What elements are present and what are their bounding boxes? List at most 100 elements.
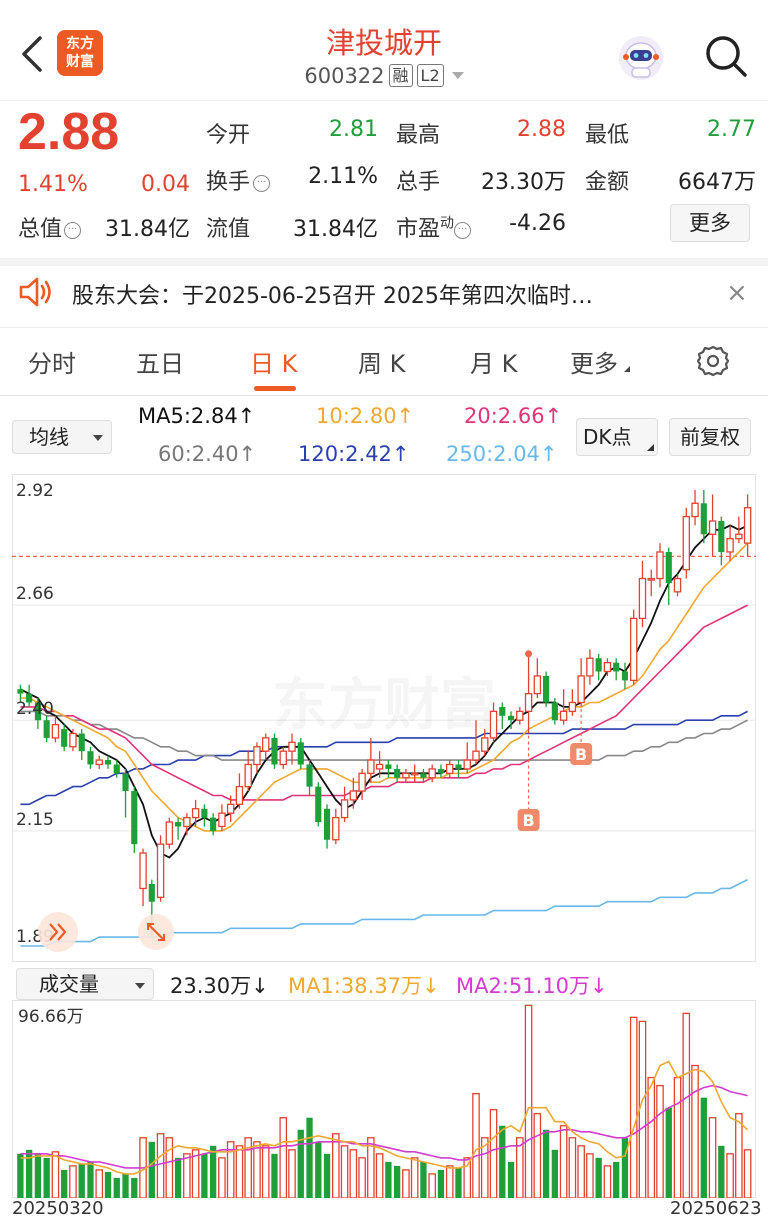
chevron-left-icon bbox=[22, 36, 42, 72]
volume-bar bbox=[455, 1167, 462, 1198]
tab-daily-k[interactable]: 日 K bbox=[250, 344, 297, 379]
mktcap-label-text: 总值 bbox=[18, 217, 63, 242]
volume-bar bbox=[61, 1169, 68, 1198]
volume-bar bbox=[95, 1169, 104, 1198]
volume-bar bbox=[647, 1076, 656, 1198]
candle bbox=[156, 835, 165, 902]
settings-button[interactable] bbox=[696, 344, 730, 378]
margin-tag: 融 bbox=[388, 64, 413, 87]
volume-chart[interactable]: 96.66万 bbox=[12, 1000, 756, 1198]
volume-bar bbox=[551, 1149, 559, 1198]
robot-assistant-button[interactable] bbox=[617, 34, 665, 82]
volume-bar bbox=[472, 1092, 480, 1198]
volume-bar bbox=[17, 1153, 24, 1198]
info-icon: ··· bbox=[64, 222, 82, 239]
tab-intraday[interactable]: 分时 bbox=[28, 344, 76, 379]
volume-bar bbox=[533, 1113, 542, 1198]
candle bbox=[682, 507, 691, 579]
ma250-label: 250:2.04↑ bbox=[446, 442, 558, 466]
ma-select[interactable]: 均线 bbox=[12, 420, 112, 454]
volume-bar bbox=[174, 1157, 182, 1198]
volume-bar bbox=[682, 1012, 691, 1198]
volume-bar bbox=[209, 1145, 217, 1198]
y-tick-label: 2.40 bbox=[16, 699, 54, 719]
volume-bar bbox=[656, 1084, 664, 1198]
close-icon[interactable]: × bbox=[726, 278, 748, 308]
expand-icon[interactable] bbox=[138, 914, 174, 950]
volume-bar bbox=[577, 1145, 585, 1198]
amount-value: 6647万 bbox=[678, 170, 756, 195]
more-quote-button[interactable]: 更多 bbox=[670, 204, 750, 242]
tab-five-day[interactable]: 五日 bbox=[136, 344, 184, 379]
volume-bar bbox=[410, 1157, 419, 1198]
tab-underline bbox=[254, 386, 296, 391]
volume-bar bbox=[489, 1109, 498, 1198]
candle bbox=[297, 737, 304, 769]
volume-bar bbox=[718, 1145, 725, 1198]
volume-bar bbox=[735, 1113, 743, 1198]
volume-bar bbox=[700, 1097, 707, 1198]
volume-bar bbox=[349, 1149, 358, 1198]
tab-more[interactable]: 更多 bbox=[570, 344, 630, 379]
amount-label: 金额 bbox=[585, 170, 630, 195]
logo-line1: 东方 bbox=[66, 36, 94, 52]
volume-bar bbox=[218, 1157, 226, 1198]
search-button[interactable] bbox=[702, 32, 750, 80]
mktcap-label[interactable]: 总值 ··· bbox=[18, 211, 82, 243]
volume-bar bbox=[559, 1125, 568, 1198]
fast-forward-button[interactable] bbox=[38, 912, 78, 952]
candle bbox=[165, 817, 174, 849]
dk-point-button[interactable]: DK点 bbox=[576, 418, 658, 456]
candle bbox=[271, 733, 278, 769]
ma5-label: MA5:2.84↑ bbox=[138, 404, 256, 428]
tab-weekly-k[interactable]: 周 K bbox=[358, 344, 405, 379]
volume-bar bbox=[499, 1125, 506, 1198]
notice-text[interactable]: 股东大会：于2025-06-25召开 2025年第四次临时… bbox=[72, 278, 593, 310]
volume-bar bbox=[201, 1153, 208, 1198]
tab-more-label: 更多 bbox=[570, 350, 618, 378]
vol-ma2-label: MA2:51.10万↓ bbox=[456, 974, 608, 998]
volume-bar bbox=[665, 1107, 672, 1198]
ma20-label: 20:2.66↑ bbox=[464, 404, 563, 428]
indicator-select[interactable]: 成交量 bbox=[16, 968, 154, 1000]
volume-bar bbox=[323, 1153, 331, 1198]
back-button[interactable] bbox=[14, 32, 50, 76]
volume-bar bbox=[148, 1141, 155, 1198]
low-value: 2.77 bbox=[707, 117, 756, 142]
volume-bar bbox=[613, 1161, 620, 1198]
volume-bar bbox=[253, 1141, 261, 1198]
ma-select-label: 均线 bbox=[29, 425, 69, 449]
kline-chart[interactable]: 东方财富 BB 2.922.662.402.151.89 bbox=[12, 474, 756, 962]
volume-bar bbox=[638, 1020, 647, 1198]
app-logo: 东方 财富 bbox=[57, 30, 103, 76]
stock-subtitle[interactable]: 600322 融 L2 bbox=[184, 64, 584, 88]
ma60-label: 60:2.40↑ bbox=[158, 442, 257, 466]
svg-text:B: B bbox=[575, 745, 587, 764]
volume-bar bbox=[183, 1153, 191, 1198]
pe-sup: 动 bbox=[440, 215, 455, 232]
tab-monthly-k[interactable]: 月 K bbox=[470, 344, 517, 379]
turnover-label[interactable]: 换手 ··· bbox=[206, 164, 271, 196]
volume-bar bbox=[524, 1004, 533, 1198]
volume-bar bbox=[402, 1169, 410, 1198]
volume-bar bbox=[122, 1173, 129, 1198]
mktcap-value: 31.84亿 bbox=[105, 217, 190, 242]
adjust-button[interactable]: 前复权 bbox=[669, 418, 751, 456]
watermark: 东方财富 bbox=[272, 673, 496, 738]
change-percent: 1.41% bbox=[18, 172, 88, 197]
volume-bar bbox=[629, 1016, 638, 1198]
volume-bar bbox=[743, 1149, 752, 1198]
change-amount: 0.04 bbox=[141, 172, 190, 197]
volume-bar bbox=[568, 1137, 577, 1198]
volume-bar bbox=[708, 1117, 717, 1198]
corner-caret-icon bbox=[624, 366, 630, 372]
stock-code: 600322 bbox=[304, 64, 385, 88]
volume-bar bbox=[306, 1117, 313, 1198]
high-value: 2.88 bbox=[517, 117, 566, 142]
volume-bar bbox=[385, 1161, 392, 1198]
volume-bar bbox=[261, 1145, 270, 1198]
pe-label[interactable]: 市盈动 ··· bbox=[396, 211, 472, 243]
pe-label-text: 市盈 bbox=[396, 217, 441, 242]
volume-bar bbox=[131, 1177, 138, 1198]
corner-caret-icon bbox=[647, 444, 654, 451]
